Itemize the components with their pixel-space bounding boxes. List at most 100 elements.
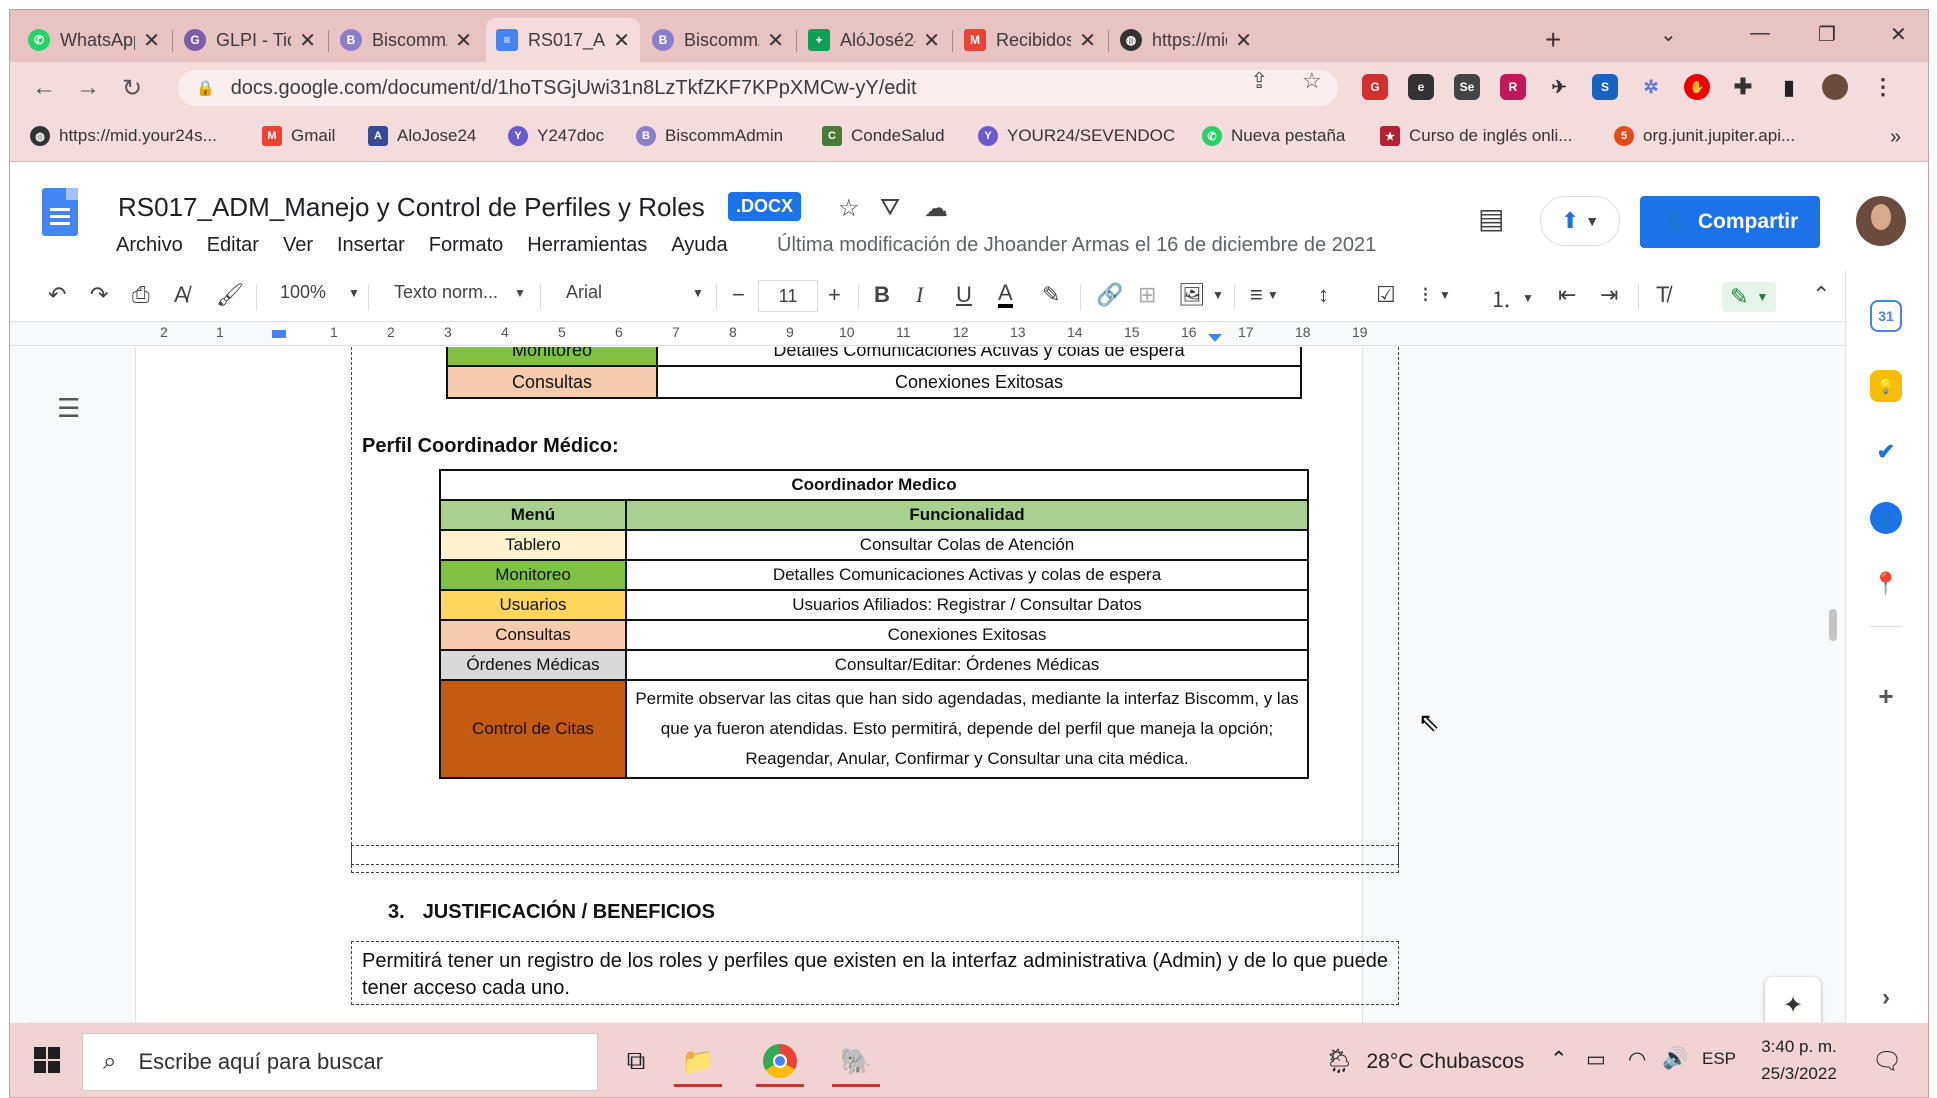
bookmark-item[interactable]: 5 org.junit.jupiter.api... <box>1614 126 1795 146</box>
extensions-puzzle-icon[interactable]: ✚ <box>1730 74 1756 100</box>
wifi-icon[interactable]: ◠ <box>1628 1047 1646 1072</box>
close-icon[interactable]: ✕ <box>923 28 940 53</box>
close-icon[interactable]: ✕ <box>1079 28 1096 53</box>
tab-biscomm-2[interactable]: B BiscommAc ✕ <box>642 18 794 62</box>
checklist-icon[interactable]: ☑ <box>1376 282 1396 308</box>
bookmark-item[interactable]: C CondeSalud <box>822 126 945 146</box>
more-bookmarks-icon[interactable]: » <box>1890 126 1901 149</box>
align-icon[interactable]: ≡ ▼ <box>1250 282 1279 308</box>
ruler[interactable]: 2 1 1 2 3 4 5 6 7 8 9 10 11 12 13 14 15 … <box>10 322 1845 346</box>
volume-icon[interactable]: 🔊 <box>1662 1047 1688 1071</box>
contacts-icon[interactable]: 👤 <box>1870 502 1902 534</box>
indent-marker[interactable] <box>272 330 286 338</box>
file-explorer-icon[interactable]: 📁 <box>670 1035 726 1087</box>
extension-icon[interactable]: e <box>1408 74 1434 100</box>
close-icon[interactable]: ✕ <box>299 28 316 53</box>
extension-icon[interactable]: ✈ <box>1546 74 1572 100</box>
clear-formatting-icon[interactable]: T̸ <box>1656 282 1669 308</box>
extension-icon[interactable]: S <box>1592 74 1618 100</box>
battery-icon[interactable]: ▭ <box>1586 1047 1606 1072</box>
decrease-indent-icon[interactable]: ⇤ <box>1558 282 1576 308</box>
menu-ayuda[interactable]: Ayuda <box>671 234 727 257</box>
editing-mode-button[interactable]: ✎ ▼ <box>1722 282 1777 312</box>
share-page-icon[interactable]: ⇪ <box>1250 68 1268 94</box>
postgresql-icon[interactable]: 🐘 <box>828 1035 884 1087</box>
address-bar[interactable]: 🔒 docs.google.com/document/d/1hoTSGjUwi3… <box>178 70 1338 106</box>
extension-icon[interactable]: ✲ <box>1638 74 1664 100</box>
bookmark-item[interactable]: Y Y247doc <box>508 126 604 146</box>
bookmark-item[interactable]: ◍ https://mid.your24s... <box>30 126 217 146</box>
language-indicator[interactable]: ESP <box>1702 1049 1736 1069</box>
close-icon[interactable]: ✕ <box>1235 28 1252 53</box>
chrome-icon[interactable] <box>752 1035 808 1087</box>
close-icon[interactable]: ✕ <box>143 28 160 53</box>
cloud-status-icon[interactable]: ☁ <box>924 194 948 223</box>
menu-formato[interactable]: Formato <box>429 234 503 257</box>
bookmark-item[interactable]: A AloJose24 <box>368 126 476 146</box>
zoom-select[interactable]: 100% ▼ <box>280 282 360 303</box>
insert-image-icon[interactable]: 🖼 ▼ <box>1178 282 1224 308</box>
line-spacing-icon[interactable]: ↕ <box>1318 282 1329 308</box>
paint-format-icon[interactable]: 🖌 <box>216 282 244 308</box>
task-view-icon[interactable]: ⧉ <box>608 1035 664 1087</box>
style-select[interactable]: Texto norm... ▼ <box>394 282 526 303</box>
maps-icon[interactable]: 📍 <box>1870 568 1902 600</box>
redo-icon[interactable]: ↷ <box>90 282 108 308</box>
extension-icon[interactable]: Se <box>1454 74 1480 100</box>
tab-mid[interactable]: ◍ https://mid ✕ <box>1110 18 1262 62</box>
tasks-icon[interactable]: ✔ <box>1870 436 1902 468</box>
get-addons-icon[interactable]: + <box>1870 680 1902 712</box>
underline-icon[interactable]: U <box>956 282 972 308</box>
star-icon[interactable]: ☆ <box>838 194 860 223</box>
insert-link-icon[interactable]: 🔗 <box>1096 282 1123 308</box>
collapse-menus-icon[interactable]: ⌃ <box>1812 282 1830 308</box>
calendar-icon[interactable]: 31 <box>1870 300 1902 332</box>
font-select[interactable]: Arial ▼ <box>566 282 704 303</box>
share-button[interactable]: 👤 Compartir <box>1640 196 1820 248</box>
reload-icon[interactable]: ↻ <box>122 74 142 103</box>
menu-ver[interactable]: Ver <box>283 234 313 257</box>
avatar[interactable] <box>1856 196 1906 246</box>
extension-icon[interactable]: ✋ <box>1684 74 1710 100</box>
bookmark-item[interactable]: B BiscommAdmin <box>636 126 783 146</box>
print-icon[interactable]: ⎙ <box>132 282 150 308</box>
spellcheck-icon[interactable]: A̸ <box>174 282 189 308</box>
tab-alojose24[interactable]: + AlóJosé24 ( ✕ <box>798 18 950 62</box>
highlight-color-icon[interactable]: ✎ <box>1042 282 1060 308</box>
close-window-icon[interactable]: ✕ <box>1890 22 1907 47</box>
restore-icon[interactable]: ❐ <box>1818 22 1836 47</box>
bookmark-star-icon[interactable]: ☆ <box>1302 68 1322 94</box>
increase-indent-icon[interactable]: ⇥ <box>1600 282 1618 308</box>
document-canvas[interactable]: ☰ Monitoreo Detalles Comunicaciones Acti… <box>10 347 1845 1023</box>
side-panel-icon[interactable]: ▮ <box>1776 74 1802 100</box>
insert-comment-icon[interactable]: ⊞ <box>1138 282 1156 308</box>
windows-start-icon[interactable] <box>34 1047 60 1073</box>
taskbar-search-input[interactable]: ⌕ Escribe aquí para buscar <box>82 1033 598 1091</box>
forward-icon[interactable]: → <box>76 74 100 102</box>
chevron-up-icon[interactable]: ⌃ <box>1550 1047 1568 1072</box>
keep-icon[interactable]: 💡 <box>1870 370 1902 402</box>
minimize-icon[interactable]: — <box>1750 22 1770 45</box>
extension-icon[interactable]: G <box>1362 74 1388 100</box>
new-tab-button[interactable]: + <box>1545 24 1561 56</box>
justification-text[interactable]: Permitirá tener un registro de los roles… <box>351 941 1399 1005</box>
text-color-icon[interactable]: A <box>998 282 1013 308</box>
google-docs-logo-icon[interactable] <box>42 188 78 236</box>
notification-icon[interactable]: 🗨 <box>1872 1047 1902 1076</box>
vertical-scrollbar[interactable] <box>1829 609 1837 641</box>
tab-whatsapp[interactable]: ✆ WhatsApp ✕ <box>18 18 170 62</box>
bold-icon[interactable]: B <box>874 282 890 308</box>
bookmark-item[interactable]: Y YOUR24/SEVENDOC <box>978 126 1175 146</box>
document-title[interactable]: RS017_ADM_Manejo y Control de Perfiles y… <box>118 192 705 223</box>
italic-icon[interactable]: I <box>916 282 923 308</box>
clock[interactable]: 3:40 p. m. 25/3/2022 <box>1754 1033 1844 1087</box>
menu-herramientas[interactable]: Herramientas <box>527 234 647 257</box>
tab-gmail[interactable]: M Recibidos ( ✕ <box>954 18 1106 62</box>
menu-archivo[interactable]: Archivo <box>116 234 183 257</box>
last-modified-link[interactable]: Última modificación de Jhoander Armas el… <box>777 234 1376 257</box>
present-button[interactable]: ⬆ ▼ <box>1540 196 1620 246</box>
explore-button[interactable]: ✦ <box>1765 977 1821 1023</box>
close-icon[interactable]: ✕ <box>613 28 630 53</box>
close-icon[interactable]: ✕ <box>455 28 472 53</box>
menu-kebab-icon[interactable]: ⋮ <box>1870 74 1896 100</box>
